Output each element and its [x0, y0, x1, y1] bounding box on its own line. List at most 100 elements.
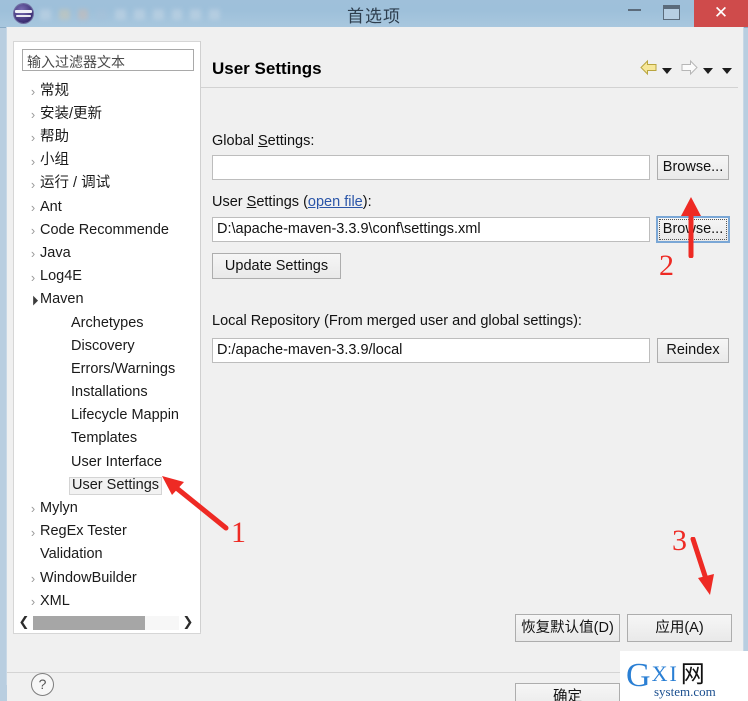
sidebar-item-label: User Settings — [69, 476, 163, 495]
tree-collapsed-chevron-icon[interactable]: › — [26, 595, 40, 608]
sidebar-item-validation[interactable]: ›Validation — [14, 544, 198, 567]
sidebar-item-label: Mylyn — [40, 500, 78, 516]
sidebar-item-[interactable]: › 常规 — [14, 80, 198, 103]
tree-collapsed-chevron-icon[interactable]: › — [26, 572, 40, 585]
tree-collapsed-chevron-icon[interactable]: › — [26, 526, 40, 539]
tree-expanded-triangle-icon[interactable]: ◢ — [25, 292, 41, 308]
reindex-button[interactable]: Reindex — [657, 338, 729, 363]
tree-collapsed-chevron-icon[interactable]: › — [26, 108, 40, 121]
restore-defaults-button[interactable]: 恢复默认值(D) — [515, 614, 620, 642]
sidebar-item-xml[interactable]: › XML — [14, 590, 198, 612]
annotation-number-1: 1 — [231, 516, 246, 549]
sidebar-item-[interactable]: › 运行 / 调试 — [14, 173, 198, 196]
sidebar-item-templates[interactable]: ›Templates — [14, 428, 198, 451]
scroll-right-button[interactable]: ❯ — [179, 615, 197, 630]
global-settings-input[interactable] — [212, 155, 650, 180]
sidebar-item-log4e[interactable]: › Log4E — [14, 266, 198, 289]
minimize-button[interactable] — [628, 9, 641, 11]
scroll-left-button[interactable]: ❮ — [15, 615, 33, 630]
site-watermark: G XI 网 system.com — [620, 651, 748, 701]
sidebar-item-label: 小组 — [40, 152, 69, 169]
app-window: 首选项 ✕ 输入过滤器文本 › 常规 › 安装/更新 › 帮助 › 小组 › 运行 / 调试 › An… — [0, 0, 748, 701]
sidebar-item-user-interface[interactable]: ›User Interface — [14, 451, 198, 474]
annotation-number-3: 3 — [672, 524, 687, 557]
sidebar-item-label: Templates — [71, 430, 138, 447]
settings-content-panel: User Settings Global Settings: Browse...… — [200, 41, 738, 632]
global-settings-browse-button[interactable]: Browse... — [657, 155, 729, 180]
back-arrow-icon[interactable] — [639, 59, 658, 81]
sidebar-item-archetypes[interactable]: ›Archetypes — [14, 312, 198, 335]
forward-history-chevron-down-icon[interactable] — [703, 68, 713, 74]
global-settings-label: Global Settings: — [212, 133, 315, 149]
forward-arrow-icon[interactable] — [680, 59, 699, 81]
tree-collapsed-chevron-icon[interactable]: › — [26, 131, 40, 144]
scrollbar-track[interactable] — [33, 615, 179, 630]
sidebar-item-[interactable]: › 安装/更新 — [14, 103, 198, 126]
open-file-link[interactable]: open file — [308, 194, 363, 210]
tree-collapsed-chevron-icon[interactable]: › — [26, 502, 40, 515]
preferences-dialog: 输入过滤器文本 › 常规 › 安装/更新 › 帮助 › 小组 › 运行 / 调试 › Ant › Code… — [6, 27, 744, 701]
sidebar-item-label: Code Recommende — [40, 221, 169, 238]
sidebar-item-code-recommende[interactable]: › Code Recommende — [14, 219, 198, 242]
sidebar-item-java[interactable]: › Java — [14, 242, 198, 265]
sidebar-item-ant[interactable]: › Ant — [14, 196, 198, 219]
sidebar-item-label: Discovery — [71, 337, 135, 354]
help-icon[interactable]: ? — [31, 673, 54, 696]
sidebar-item-lifecycle-mappin[interactable]: ›Lifecycle Mappin — [14, 405, 198, 428]
sidebar-item-discovery[interactable]: ›Discovery — [14, 335, 198, 358]
maximize-button[interactable] — [663, 5, 680, 20]
navigation-toolbar — [639, 59, 732, 81]
back-history-chevron-down-icon[interactable] — [662, 68, 672, 74]
filter-input[interactable]: 输入过滤器文本 — [22, 49, 194, 71]
sidebar-item-installations[interactable]: ›Installations — [14, 381, 198, 404]
tree-collapsed-chevron-icon[interactable]: › — [26, 271, 40, 284]
sidebar-item-label: RegEx Tester — [40, 523, 127, 540]
user-settings-input[interactable]: D:\apache-maven-3.3.9\conf\settings.xml — [212, 217, 650, 242]
sidebar-item-label: Maven — [40, 291, 84, 308]
sidebar-item-label: 运行 / 调试 — [40, 175, 111, 192]
filter-input-text: 输入过滤器文本 — [27, 54, 125, 70]
watermark-domain: system.com — [654, 684, 716, 699]
tree-collapsed-chevron-icon[interactable]: › — [26, 201, 40, 214]
tree-collapsed-chevron-icon[interactable]: › — [26, 224, 40, 237]
window-title: 首选项 — [347, 7, 401, 26]
watermark-g: G — [626, 656, 651, 694]
user-settings-browse-button[interactable]: Browse... — [657, 217, 729, 242]
sidebar-item-label: Installations — [71, 384, 148, 401]
header-divider — [201, 87, 738, 88]
sidebar-item-label: Ant — [40, 198, 62, 215]
ok-button[interactable]: 确定 — [515, 683, 620, 701]
sidebar-item-user-settings[interactable]: ›User Settings — [14, 474, 198, 497]
sidebar-item-maven[interactable]: ◢ Maven — [14, 289, 198, 312]
scrollbar-thumb[interactable] — [33, 615, 145, 630]
tree-collapsed-chevron-icon[interactable]: › — [26, 85, 40, 98]
view-menu-chevron-down-icon[interactable] — [722, 68, 732, 74]
preferences-tree-panel: 输入过滤器文本 › 常规 › 安装/更新 › 帮助 › 小组 › 运行 / 调试 › Ant › Code… — [13, 41, 201, 634]
sidebar-item-label: Errors/Warnings — [71, 360, 176, 377]
tree-collapsed-chevron-icon[interactable]: › — [26, 178, 40, 191]
sidebar-item-label: 安装/更新 — [40, 105, 103, 122]
update-settings-button[interactable]: Update Settings — [212, 253, 341, 279]
sidebar-item-errors-warnings[interactable]: ›Errors/Warnings — [14, 358, 198, 381]
sidebar-item-label: Log4E — [40, 268, 82, 285]
page-title: User Settings — [212, 59, 322, 78]
sidebar-item-label: WindowBuilder — [40, 569, 137, 586]
sidebar-item-mylyn[interactable]: › Mylyn — [14, 497, 198, 520]
close-button[interactable]: ✕ — [694, 0, 748, 27]
sidebar-item-[interactable]: › 帮助 — [14, 126, 198, 149]
sidebar-item-label: XML — [40, 592, 70, 609]
apply-button[interactable]: 应用(A) — [627, 614, 732, 642]
preferences-tree[interactable]: › 常规 › 安装/更新 › 帮助 › 小组 › 运行 / 调试 › Ant › Code Recomme… — [14, 80, 198, 612]
local-repository-input[interactable]: D:/apache-maven-3.3.9/local — [212, 338, 650, 363]
tree-collapsed-chevron-icon[interactable]: › — [26, 247, 40, 260]
sidebar-item-regex-tester[interactable]: › RegEx Tester — [14, 521, 198, 544]
sidebar-item-label: User Interface — [71, 453, 163, 470]
sidebar-item-[interactable]: › 小组 — [14, 150, 198, 173]
sidebar-item-label: Java — [40, 244, 71, 261]
tree-collapsed-chevron-icon[interactable]: › — [26, 155, 40, 168]
sidebar-item-windowbuilder[interactable]: › WindowBuilder — [14, 567, 198, 590]
tree-horizontal-scrollbar[interactable]: ❮ ❯ — [15, 613, 197, 632]
sidebar-item-label: Validation — [40, 546, 103, 563]
sidebar-item-label: 常规 — [40, 82, 69, 99]
sidebar-item-label: Lifecycle Mappin — [71, 407, 179, 424]
